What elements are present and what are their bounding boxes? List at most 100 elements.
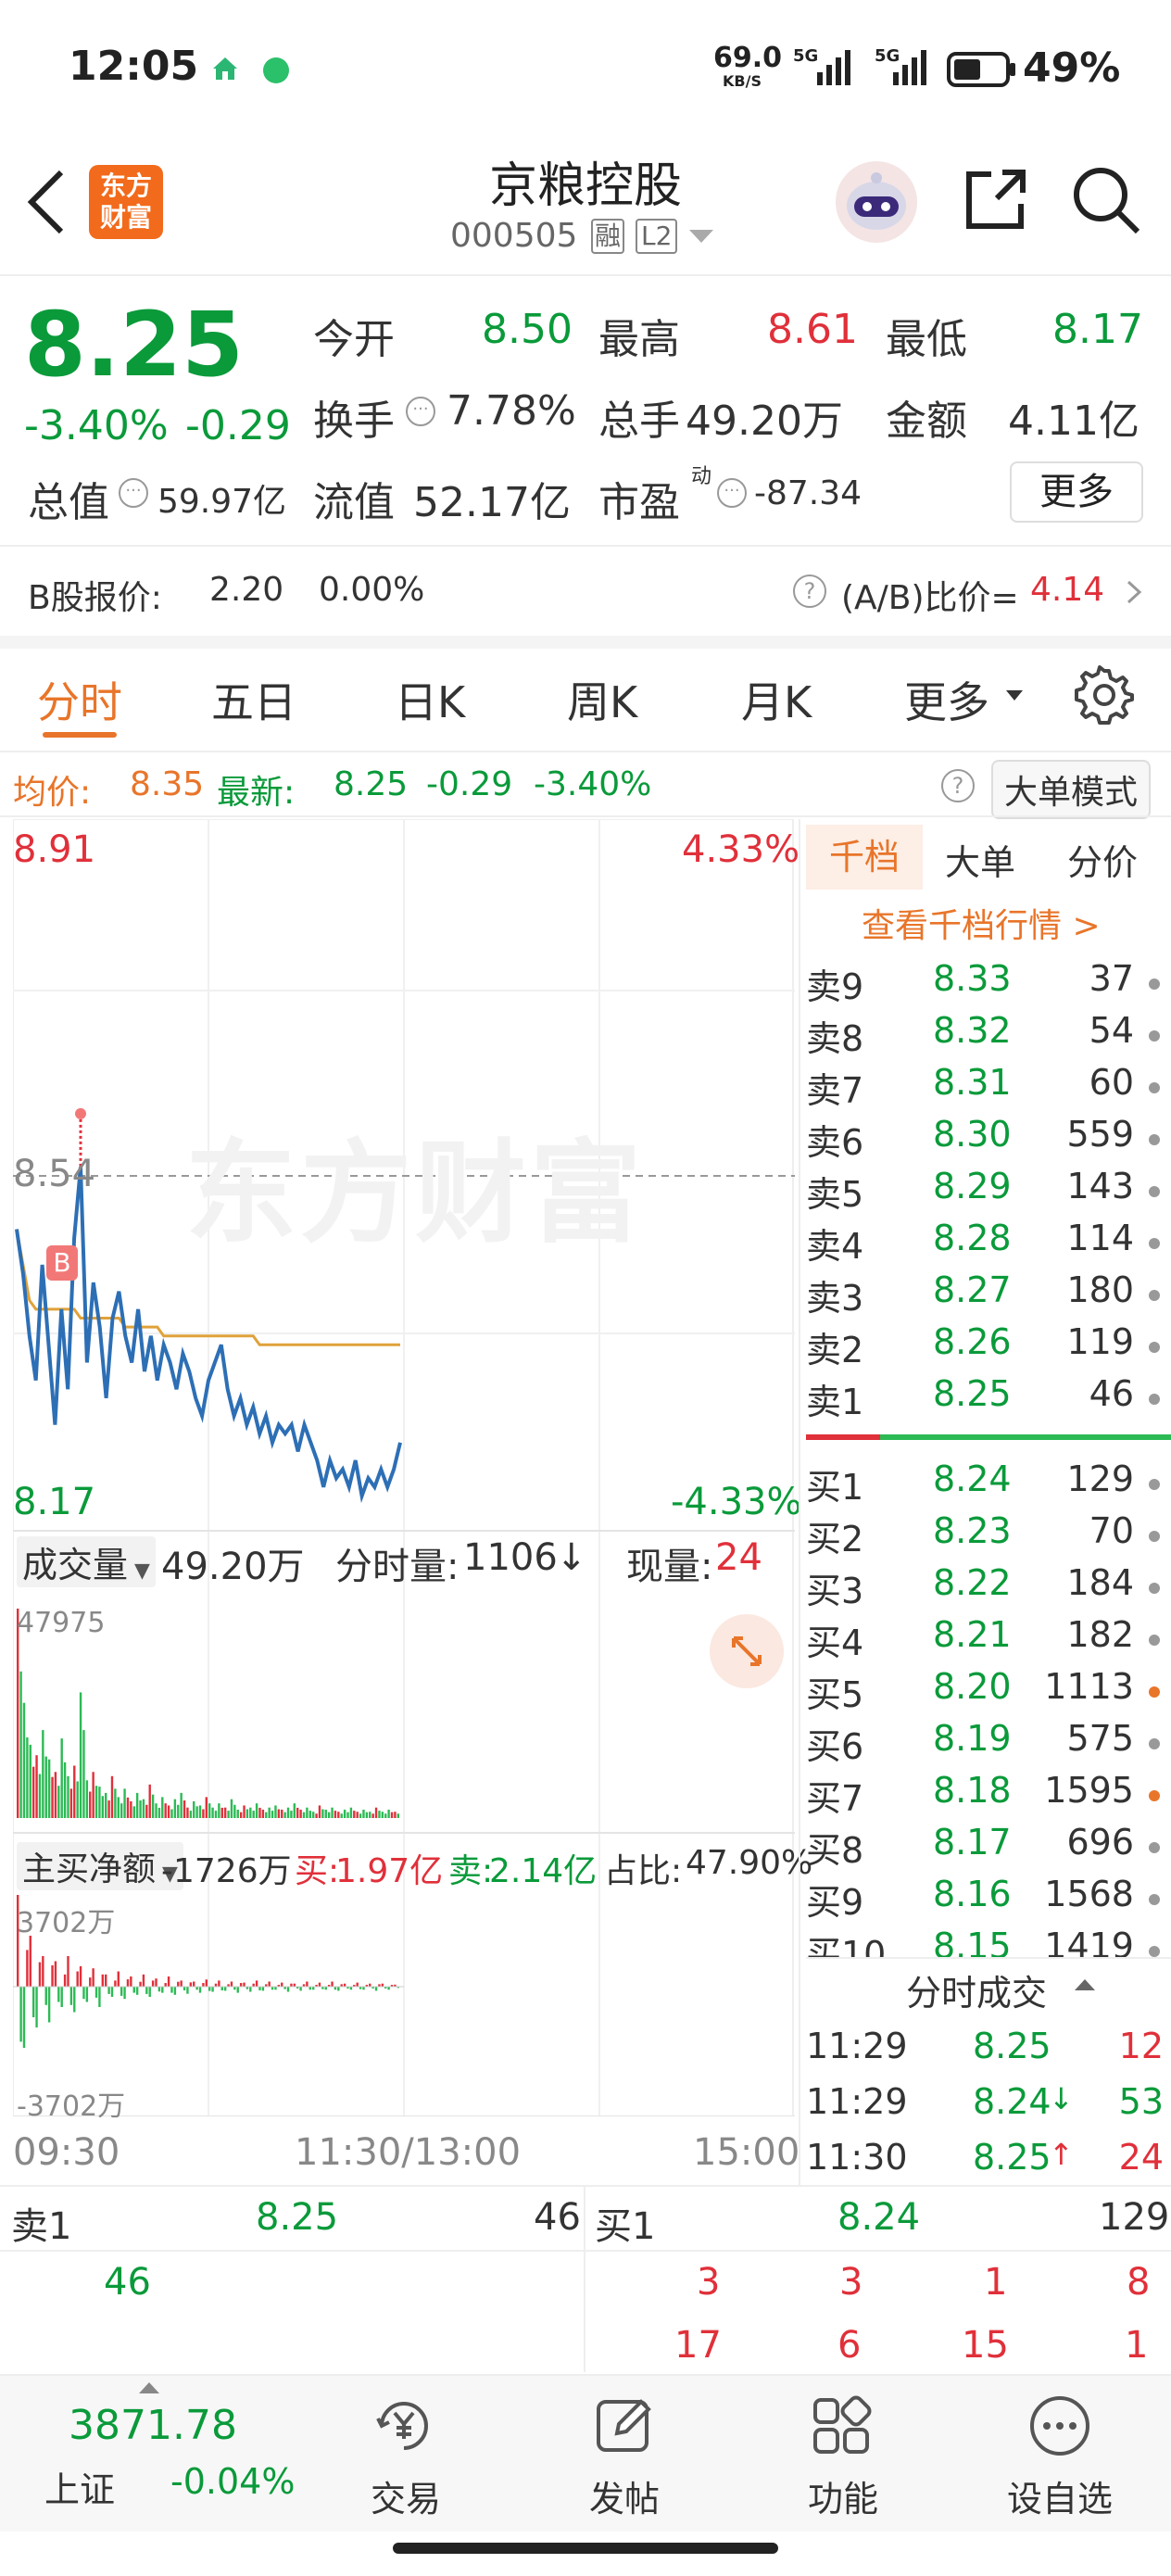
ob-tab-big-order[interactable]: 大单 — [945, 834, 1015, 885]
ob-tab-price-dist[interactable]: 分价 — [1067, 834, 1138, 885]
index-caret-up-icon[interactable] — [139, 2380, 159, 2393]
ask-volume: 119 — [1066, 1321, 1134, 1362]
info-dots-icon[interactable]: ··· — [406, 397, 435, 426]
queue-sell-vol: 46 — [534, 2196, 581, 2239]
tab-weekly-k[interactable]: 周K — [567, 669, 637, 730]
bid-row[interactable]: 买2 8.23 70 — [806, 1510, 1171, 1562]
ask-row[interactable]: 卖4 8.28 114 — [806, 1218, 1171, 1269]
volume-bar — [183, 1800, 186, 1818]
flow-bar — [26, 1950, 29, 1987]
volume-bar — [54, 1772, 57, 1818]
big-order-mode-button[interactable]: 大单模式 — [991, 760, 1152, 819]
more-button[interactable]: 更多 — [1010, 461, 1143, 523]
ask-row[interactable]: 卖1 8.25 46 — [806, 1373, 1171, 1425]
volume-bar — [299, 1809, 302, 1818]
intraday-chart[interactable] — [13, 819, 795, 2116]
dropdown-triangle-icon[interactable] — [689, 230, 713, 245]
flow-bar — [85, 1987, 89, 2002]
home-indicator — [393, 2543, 778, 2554]
now-vol-value: 24 — [715, 1536, 762, 1579]
summary-help-icon[interactable]: ? — [941, 769, 975, 802]
ask-row[interactable]: 卖7 8.31 60 — [806, 1062, 1171, 1114]
volume-bar — [198, 1805, 202, 1818]
volume-bar — [343, 1809, 346, 1818]
flow-bar — [239, 1983, 243, 1987]
volume-bar — [42, 1730, 44, 1818]
volume-selector-label: 成交量 — [22, 1545, 129, 1585]
tab-more[interactable]: 更多 — [904, 669, 989, 730]
eastmoney-logo[interactable]: 东方 财富 — [89, 165, 163, 239]
flow-bar — [89, 1977, 92, 1987]
flow-selector[interactable]: 主买净额 ▼ — [17, 1842, 183, 1890]
bid-row[interactable]: 买3 8.22 184 — [806, 1562, 1171, 1614]
bid-volume: 1595 — [1044, 1770, 1134, 1811]
flow-bar — [331, 1981, 334, 1987]
settings-gear-icon[interactable] — [1075, 665, 1134, 725]
volume-bar — [145, 1804, 148, 1818]
bid-row[interactable]: 买7 8.18 1595 — [806, 1770, 1171, 1822]
index-value[interactable]: 3871.78 — [69, 2402, 237, 2449]
ask-volume: 60 — [1089, 1062, 1134, 1103]
ask-row[interactable]: 卖8 8.32 54 — [806, 1010, 1171, 1062]
robot-assistant-icon[interactable] — [834, 159, 919, 245]
search-icon[interactable] — [1069, 163, 1143, 237]
bshare-pct: 0.00% — [319, 571, 425, 609]
tab-five-day[interactable]: 五日 — [211, 669, 296, 730]
mktcap-info-icon[interactable]: ··· — [119, 478, 148, 508]
flow-bar — [205, 1979, 208, 1987]
volume-selector[interactable]: 成交量 ▼ — [17, 1536, 156, 1587]
bid-volume: 575 — [1066, 1718, 1134, 1759]
bid-row[interactable]: 买9 8.16 1568 — [806, 1874, 1171, 1926]
flow-bar — [223, 1987, 227, 1991]
ask-row[interactable]: 卖6 8.30 559 — [806, 1114, 1171, 1166]
share-icon[interactable] — [960, 163, 1032, 235]
bid-volume: 1113 — [1044, 1666, 1134, 1707]
now-vol-label: 现量: — [626, 1546, 713, 1588]
trade-yen-icon[interactable] — [371, 2393, 437, 2459]
tick-vol-label: 分时量: — [335, 1546, 460, 1588]
nav-post[interactable]: 发帖 — [541, 2470, 708, 2521]
flow-bar — [130, 1976, 132, 1987]
ask-price: 8.28 — [933, 1218, 1012, 1258]
ask-row[interactable]: 卖9 8.33 37 — [806, 958, 1171, 1010]
volume-bar — [214, 1811, 218, 1818]
volume-bar — [142, 1799, 145, 1818]
bid-row[interactable]: 买10 8.15 1419 — [806, 1926, 1171, 1959]
b-marker[interactable]: B — [46, 1245, 78, 1281]
tab-daily-k[interactable]: 日K — [395, 669, 465, 730]
nav-trade[interactable]: 交易 — [322, 2470, 489, 2521]
bid-row[interactable]: 买1 8.24 129 — [806, 1458, 1171, 1510]
bid-row[interactable]: 买6 8.19 575 — [806, 1718, 1171, 1770]
volume-label: 总手 — [598, 398, 680, 445]
volume-bar — [60, 1738, 63, 1818]
ob-view-thousand-link[interactable]: 查看千档行情 > — [862, 899, 1101, 947]
watchlist-dots-icon[interactable] — [1026, 2393, 1093, 2459]
volume-max-label: 47975 — [17, 1607, 106, 1639]
back-arrow-icon[interactable] — [24, 167, 70, 237]
ask-price: 8.29 — [933, 1166, 1012, 1206]
tab-intraday[interactable]: 分时 — [37, 669, 122, 730]
functions-grid-icon[interactable] — [810, 2393, 876, 2459]
bid-row[interactable]: 买4 8.21 182 — [806, 1614, 1171, 1666]
nav-add-watchlist[interactable]: 设自选 — [976, 2470, 1143, 2521]
chevron-right-icon[interactable] — [1125, 578, 1143, 606]
volume-bar — [63, 1762, 67, 1818]
ask-row[interactable]: 卖3 8.27 180 — [806, 1269, 1171, 1321]
volume-bar — [340, 1813, 343, 1818]
bid-row[interactable]: 买8 8.17 696 — [806, 1822, 1171, 1874]
ask-row[interactable]: 卖5 8.29 143 — [806, 1166, 1171, 1218]
ob-tab-thousand[interactable]: 千档 — [806, 825, 923, 890]
pe-info-icon[interactable]: ··· — [717, 478, 747, 508]
ask-row[interactable]: 卖2 8.26 119 — [806, 1321, 1171, 1373]
post-edit-icon[interactable] — [591, 2393, 658, 2459]
volume-bar — [321, 1809, 324, 1818]
flow-sell-value: 2.14亿 — [489, 1852, 598, 1890]
tab-monthly-k[interactable]: 月K — [741, 669, 812, 730]
ticks-caret-up-icon[interactable] — [1075, 1977, 1095, 1992]
latest-change: -0.29 — [426, 765, 513, 803]
nav-functions[interactable]: 功能 — [760, 2470, 926, 2521]
help-icon[interactable]: ? — [793, 575, 826, 608]
flow-bar — [193, 1981, 195, 1987]
bid-row[interactable]: 买5 8.20 1113 — [806, 1666, 1171, 1718]
expand-icon[interactable] — [710, 1614, 784, 1688]
